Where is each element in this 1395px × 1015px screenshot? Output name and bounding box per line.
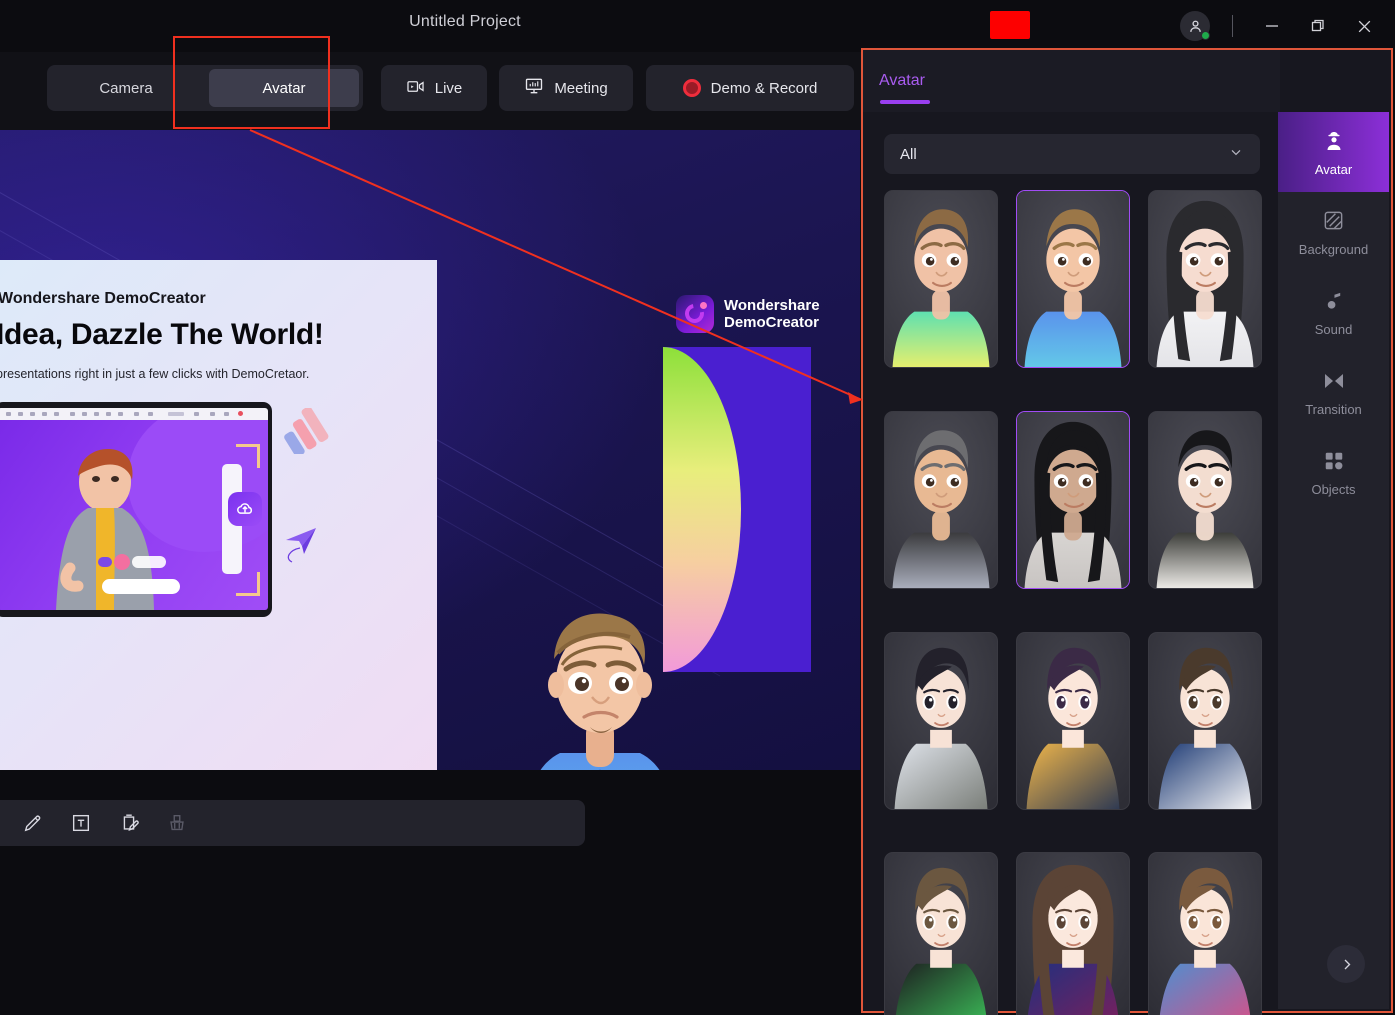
meeting-label: Meeting [554, 79, 608, 97]
text-icon[interactable] [68, 810, 94, 836]
laptop-screen [0, 420, 268, 610]
avatar-thumbnail[interactable] [1148, 631, 1262, 810]
avatar-thumbnail[interactable] [1016, 190, 1130, 368]
avatar-thumbnail[interactable] [884, 852, 998, 1015]
rail-item-label: Objects [1311, 481, 1356, 497]
close-button[interactable] [1341, 5, 1387, 47]
rail-item-label: Avatar [1314, 161, 1353, 177]
presentation-icon [524, 76, 544, 100]
avatar-thumbnail[interactable] [1148, 852, 1262, 1015]
avatar-grid [884, 190, 1272, 1015]
chevron-down-icon [1228, 144, 1244, 164]
right-panel: Avatar All Avatar Background Sound Trans… [861, 48, 1393, 1015]
avatar-thumbnail[interactable] [1016, 631, 1130, 810]
annotation-toolbar [0, 800, 585, 846]
live-video-icon [406, 77, 425, 100]
avatar-thumbnail[interactable] [884, 631, 998, 810]
avatar-thumbnail[interactable] [884, 410, 998, 589]
account-icon[interactable] [1180, 11, 1210, 41]
democreator-logo: Wondershare DemoCreator [676, 295, 820, 333]
avatar-thumbnail[interactable] [1148, 190, 1262, 368]
slide-kicker: Wondershare DemoCreator [0, 290, 206, 307]
rail-item-label: Transition [1305, 401, 1362, 417]
project-title: Untitled Project [409, 13, 521, 30]
avatar-thumbnail[interactable] [1016, 852, 1130, 1015]
democreator-logo-text: Wondershare DemoCreator [724, 296, 820, 331]
avatar-thumbnail[interactable] [1148, 410, 1262, 589]
window-controls [1180, 0, 1387, 52]
demo-record-button[interactable]: Demo & Record [646, 65, 854, 111]
avatar-person-icon [1322, 128, 1346, 154]
laptop-corner-br [236, 572, 260, 596]
objects-grid-icon [1323, 448, 1345, 474]
slide-decor-bars [284, 408, 329, 454]
rail-item-label: Background [1298, 241, 1369, 257]
rail-item-objects[interactable]: Objects [1278, 432, 1389, 512]
laptop-cloud-upload-icon [228, 492, 262, 526]
laptop-control-bar [102, 579, 180, 594]
bottom-area: A+ A− [0, 770, 860, 1015]
recording-indicator [990, 11, 1030, 39]
laptop-chip-row [98, 554, 166, 570]
eraser-icon[interactable] [164, 810, 190, 836]
laptop-corner-tr [236, 444, 260, 468]
demo-record-label: Demo & Record [710, 79, 818, 97]
live-label: Live [434, 79, 463, 97]
right-panel-header: Avatar [863, 50, 1280, 112]
slide-card[interactable]: Wondershare DemoCreator Idea, Dazzle The… [0, 260, 437, 770]
annotate-icon[interactable] [116, 810, 142, 836]
slide-subtitle: presentations right in just a few clicks… [0, 367, 310, 381]
rail-item-sound[interactable]: Sound [1278, 272, 1389, 352]
minimize-button[interactable] [1249, 5, 1295, 47]
record-dot-icon [682, 79, 701, 97]
right-rail: Avatar Background Sound Transition Objects [1278, 112, 1389, 1009]
titlebar-divider [1232, 15, 1233, 37]
avatar-thumbnail[interactable] [1016, 410, 1130, 589]
title-bar: Untitled Project [0, 0, 1395, 52]
rail-item-label: Sound [1314, 321, 1353, 337]
slide-laptop-mockup [0, 402, 272, 617]
background-hatch-icon [1322, 208, 1345, 234]
avatar-category-select[interactable]: All [884, 134, 1260, 174]
slide-headline: Idea, Dazzle The World! [0, 318, 324, 351]
collapse-panel-button[interactable] [1327, 945, 1365, 983]
meeting-button[interactable]: Meeting [499, 65, 633, 111]
democreator-logo-icon [676, 295, 714, 333]
preview-stage[interactable]: Wondershare DemoCreator Wondershare Demo… [0, 130, 860, 770]
slide-decor-plane [286, 528, 316, 563]
rail-item-avatar[interactable]: Avatar [1278, 112, 1389, 192]
laptop-toolbar [0, 408, 268, 420]
source-segmented-control: Camera Avatar [47, 65, 363, 111]
right-panel-body: All [863, 112, 1280, 1015]
stage-avatar-preview[interactable] [500, 593, 700, 770]
right-panel-tab-underline [880, 100, 930, 104]
transition-bowtie-icon [1322, 368, 1346, 394]
right-panel-tab-avatar[interactable]: Avatar [879, 72, 925, 90]
rail-item-transition[interactable]: Transition [1278, 352, 1389, 432]
pen-icon[interactable] [20, 810, 46, 836]
sound-note-icon [1322, 288, 1345, 314]
avatar-thumbnail[interactable] [884, 190, 998, 368]
tab-camera[interactable]: Camera [51, 69, 201, 107]
mode-bar: Camera Avatar Live Meeting Demo & Record [0, 52, 930, 130]
live-button[interactable]: Live [381, 65, 487, 111]
rail-item-background[interactable]: Background [1278, 192, 1389, 272]
democreator-window: Untitled Project Camera Avatar Live Meet… [0, 0, 1395, 1015]
tab-avatar[interactable]: Avatar [209, 69, 359, 107]
online-status-dot [1201, 31, 1210, 40]
avatar-category-value: All [900, 145, 917, 163]
restore-button[interactable] [1295, 5, 1341, 47]
